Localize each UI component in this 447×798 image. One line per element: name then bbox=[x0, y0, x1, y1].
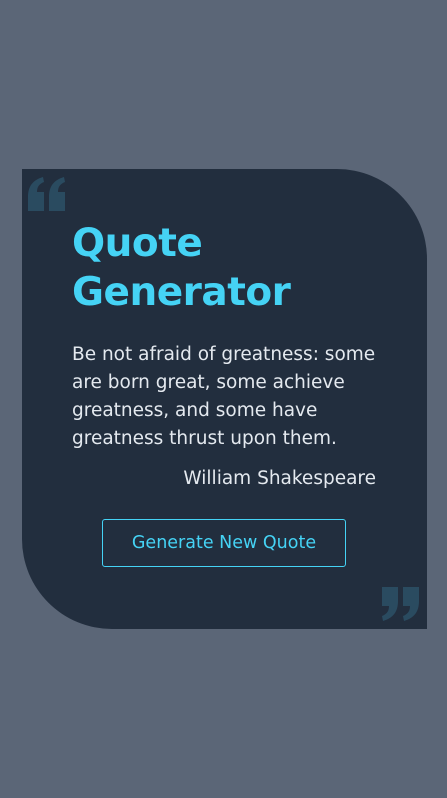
quote-author: William Shakespeare bbox=[183, 468, 376, 489]
quote-card: Quote Generator Be not afraid of greatne… bbox=[22, 169, 427, 629]
quote-close-icon bbox=[382, 587, 419, 621]
generate-new-quote-button[interactable]: Generate New Quote bbox=[102, 519, 346, 567]
page-title: Quote Generator bbox=[72, 221, 291, 315]
quote-text: Be not afraid of greatness: some are bor… bbox=[72, 344, 376, 449]
quote-open-icon bbox=[28, 177, 65, 211]
